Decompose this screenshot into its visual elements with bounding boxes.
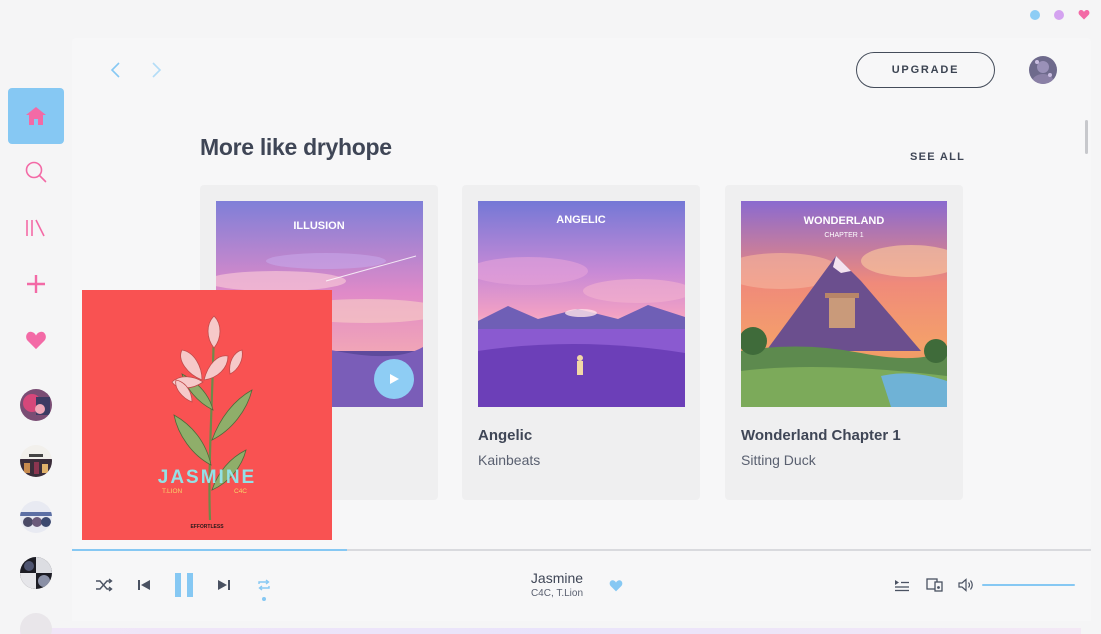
- album-artist: Sitting Duck: [741, 452, 816, 468]
- queue-icon: [895, 579, 909, 591]
- devices-icon: [925, 578, 943, 592]
- sidebar-item-library[interactable]: [8, 200, 64, 256]
- next-button[interactable]: [214, 577, 234, 593]
- album-artist: Kainbeats: [478, 452, 541, 468]
- devices-button[interactable]: [924, 577, 944, 593]
- sidebar-item-create[interactable]: [8, 256, 64, 312]
- album-cover: ANGELIC: [478, 201, 685, 407]
- sidebar-item-search[interactable]: [8, 144, 64, 200]
- upgrade-button[interactable]: UPGRADE: [856, 52, 995, 88]
- search-icon: [25, 161, 47, 183]
- pause-button[interactable]: [172, 573, 196, 597]
- sidebar-item-liked[interactable]: [8, 312, 64, 368]
- like-button[interactable]: [608, 577, 624, 593]
- plus-icon: [27, 275, 45, 293]
- play-icon: [390, 374, 399, 384]
- recent-cover-1[interactable]: [20, 389, 52, 421]
- queue-button[interactable]: [892, 577, 912, 593]
- cover-subtitle: CHAPTER 1: [824, 232, 863, 239]
- sidebar-item-home[interactable]: [8, 88, 64, 144]
- home-icon: [26, 107, 46, 125]
- cover-title: WONDERLAND: [804, 215, 885, 227]
- heart-icon: [609, 579, 623, 591]
- skip-next-icon: [218, 580, 230, 590]
- shuffle-button[interactable]: [94, 577, 114, 593]
- now-playing-artwork[interactable]: JASMINE T.LION C4C EFFORTLESS: [82, 290, 332, 540]
- window-controls: [1030, 9, 1090, 20]
- recent-cover-5[interactable]: [20, 613, 52, 634]
- minimize-dot[interactable]: [1030, 9, 1040, 20]
- chevron-left-icon[interactable]: [106, 60, 126, 80]
- album-card[interactable]: WONDERLAND CHAPTER 1 Wonderland Chapter …: [725, 185, 963, 500]
- repeat-active-indicator: [262, 597, 266, 601]
- cover-title: ILLUSION: [293, 220, 344, 232]
- cover-title: ANGELIC: [556, 214, 606, 226]
- volume-icon: [957, 578, 973, 592]
- window-bottom-edge: [20, 628, 1081, 634]
- volume-button[interactable]: [956, 577, 976, 593]
- recent-cover-4[interactable]: [20, 557, 52, 589]
- track-artist[interactable]: C4C, T.Lion: [517, 588, 597, 599]
- repeat-button[interactable]: [254, 577, 274, 593]
- album-title: Wonderland Chapter 1: [741, 427, 901, 444]
- player-bar: Jasmine C4C, T.Lion: [72, 551, 1091, 621]
- recent-cover-3[interactable]: [20, 501, 52, 533]
- play-button[interactable]: [374, 359, 414, 399]
- skip-previous-icon: [138, 580, 150, 590]
- previous-button[interactable]: [134, 577, 154, 593]
- artwork-title: JASMINE: [158, 467, 256, 488]
- user-avatar[interactable]: [1029, 56, 1057, 84]
- heart-icon[interactable]: [1078, 9, 1090, 20]
- album-title: Angelic: [478, 427, 533, 444]
- maximize-dot[interactable]: [1054, 9, 1064, 20]
- sidebar: [0, 0, 72, 634]
- artwork-label: EFFORTLESS: [190, 524, 224, 530]
- recent-cover-2[interactable]: [20, 445, 52, 477]
- repeat-icon: [258, 579, 270, 591]
- album-card[interactable]: ANGELIC Angelic Kainbeats: [462, 185, 700, 500]
- library-icon: [26, 219, 45, 237]
- heart-icon: [26, 331, 46, 350]
- scrollbar[interactable]: [1085, 120, 1088, 154]
- shuffle-icon: [96, 578, 113, 592]
- section-title: More like dryhope: [200, 134, 392, 160]
- track-title[interactable]: Jasmine: [517, 570, 597, 586]
- volume-slider[interactable]: [982, 584, 1075, 586]
- artwork-artist-right: C4C: [234, 488, 247, 495]
- see-all-link[interactable]: SEE ALL: [910, 151, 965, 163]
- pause-icon: [175, 573, 193, 597]
- chevron-right-icon[interactable]: [146, 60, 166, 80]
- artwork-artist-left: T.LION: [162, 488, 183, 495]
- album-cover: WONDERLAND CHAPTER 1: [741, 201, 948, 407]
